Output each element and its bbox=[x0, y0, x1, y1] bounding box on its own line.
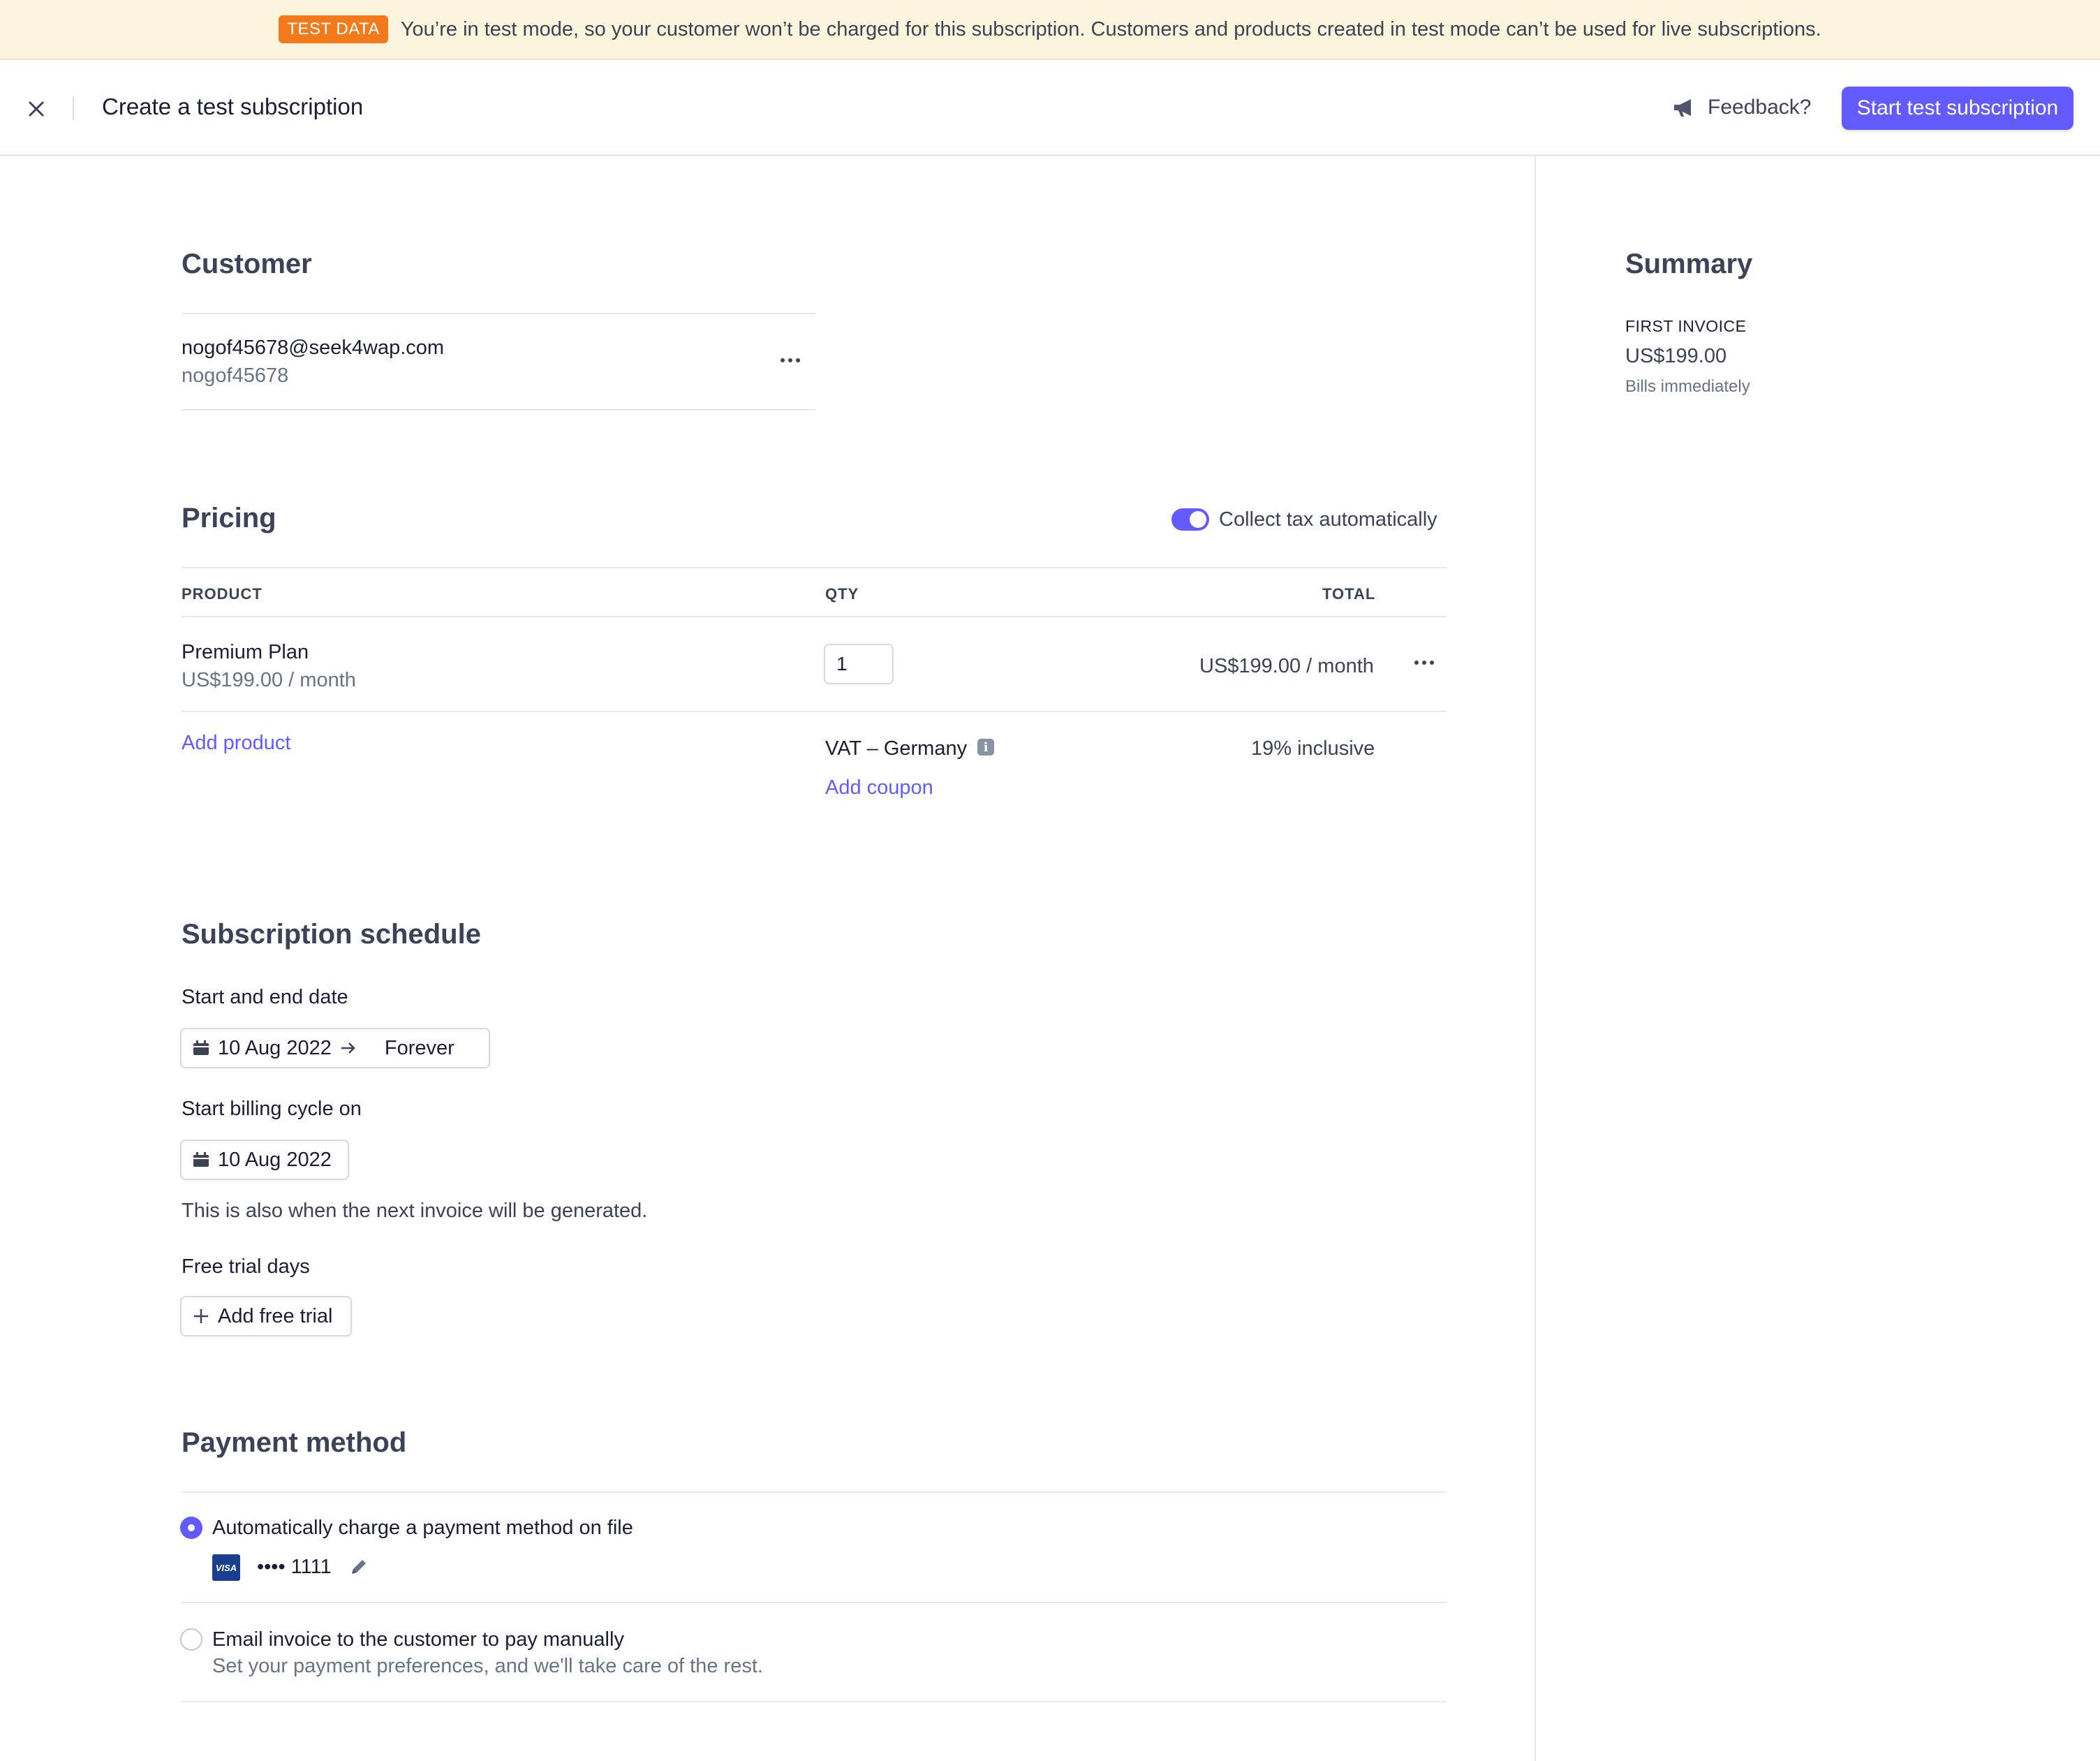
summary-heading: Summary bbox=[1625, 249, 1753, 279]
pricing-heading: Pricing bbox=[182, 503, 276, 533]
pencil-icon[interactable] bbox=[348, 1556, 370, 1578]
divider bbox=[182, 1701, 1447, 1702]
arrow-right-icon bbox=[341, 1042, 355, 1054]
test-mode-banner: TEST DATA You’re in test mode, so your c… bbox=[0, 0, 2100, 60]
collect-tax-label: Collect tax automatically bbox=[1219, 508, 1437, 531]
customer-name: nogof45678 bbox=[182, 364, 289, 387]
billing-date-picker[interactable]: 10 Aug 2022 bbox=[180, 1140, 349, 1180]
close-icon bbox=[29, 101, 44, 117]
divider bbox=[182, 313, 815, 314]
customer-heading: Customer bbox=[182, 249, 312, 279]
test-data-badge: TEST DATA bbox=[279, 15, 388, 43]
calendar-icon bbox=[193, 1152, 209, 1167]
radio-email-invoice[interactable] bbox=[180, 1628, 202, 1651]
bills-immediately-note: Bills immediately bbox=[1625, 377, 1750, 396]
product-total: US$199.00 / month bbox=[1199, 655, 1374, 677]
more-dot bbox=[788, 358, 792, 362]
close-button[interactable] bbox=[21, 94, 52, 124]
start-date-value: 10 Aug 2022 bbox=[218, 1036, 332, 1059]
divider bbox=[182, 711, 1447, 712]
header-divider bbox=[73, 96, 74, 120]
column-header-total: TOTAL bbox=[1322, 585, 1376, 603]
feedback-label: Feedback? bbox=[1708, 96, 1812, 119]
more-dot bbox=[1430, 661, 1434, 665]
end-date-value: Forever bbox=[384, 1036, 454, 1059]
info-icon[interactable]: i bbox=[977, 739, 994, 756]
payment-method-heading: Payment method bbox=[182, 1427, 407, 1458]
product-unit-price: US$199.00 / month bbox=[182, 669, 356, 691]
divider bbox=[182, 616, 1447, 617]
start-end-date-label: Start and end date bbox=[182, 986, 348, 1008]
add-product-link[interactable]: Add product bbox=[182, 732, 290, 755]
divider bbox=[182, 409, 815, 411]
megaphone-icon bbox=[1674, 99, 1691, 117]
billing-date-value: 10 Aug 2022 bbox=[218, 1148, 332, 1171]
product-name: Premium Plan bbox=[182, 641, 309, 663]
auto-charge-label[interactable]: Automatically charge a payment method on… bbox=[212, 1517, 633, 1540]
quantity-input[interactable] bbox=[824, 644, 894, 684]
tax-rate-value: 19% inclusive bbox=[1251, 737, 1375, 760]
customer-more-button[interactable] bbox=[775, 353, 806, 368]
visa-card-icon: VISA bbox=[212, 1554, 240, 1581]
divider bbox=[182, 1602, 1447, 1603]
email-invoice-help: Set your payment preferences, and we'll … bbox=[212, 1655, 763, 1677]
billing-cycle-label: Start billing cycle on bbox=[182, 1098, 362, 1120]
divider bbox=[182, 1491, 1447, 1493]
add-free-trial-label: Add free trial bbox=[218, 1304, 333, 1327]
billing-help-text: This is also when the next invoice will … bbox=[182, 1200, 648, 1222]
free-trial-label: Free trial days bbox=[182, 1255, 310, 1278]
plus-icon bbox=[194, 1309, 208, 1323]
email-invoice-label[interactable]: Email invoice to the customer to pay man… bbox=[212, 1628, 624, 1651]
more-dots-icon bbox=[1414, 661, 1419, 665]
feedback-button[interactable]: Feedback? bbox=[1673, 92, 1811, 123]
test-mode-message: You’re in test mode, so your customer wo… bbox=[400, 17, 1821, 40]
card-masked-number: •••• 1111 bbox=[257, 1556, 332, 1578]
more-dot bbox=[796, 358, 800, 362]
add-coupon-link[interactable]: Add coupon bbox=[825, 776, 933, 800]
more-dots-icon bbox=[781, 358, 785, 362]
more-dot bbox=[1422, 661, 1426, 665]
page-header: Create a test subscription Feedback? Sta… bbox=[0, 60, 2100, 156]
date-range-picker[interactable]: 10 Aug 2022 Forever bbox=[180, 1028, 490, 1068]
radio-auto-charge[interactable] bbox=[180, 1517, 202, 1539]
collect-tax-toggle[interactable] bbox=[1171, 508, 1209, 531]
page-title: Create a test subscription bbox=[102, 94, 364, 119]
sidebar-divider bbox=[1535, 156, 1536, 1761]
tax-rate-name: VAT – Germany bbox=[825, 737, 968, 760]
calendar-icon bbox=[193, 1040, 209, 1055]
column-header-product: PRODUCT bbox=[182, 585, 262, 603]
column-header-qty: QTY bbox=[825, 585, 859, 603]
add-free-trial-button[interactable]: Add free trial bbox=[180, 1296, 352, 1336]
customer-email: nogof45678@seek4wap.com bbox=[182, 337, 445, 359]
start-test-subscription-button[interactable]: Start test subscription bbox=[1842, 87, 2073, 130]
divider bbox=[182, 567, 1447, 568]
first-invoice-label: FIRST INVOICE bbox=[1625, 317, 1747, 335]
first-invoice-amount: US$199.00 bbox=[1625, 345, 1727, 367]
product-more-button[interactable] bbox=[1409, 655, 1440, 670]
schedule-heading: Subscription schedule bbox=[182, 919, 481, 950]
